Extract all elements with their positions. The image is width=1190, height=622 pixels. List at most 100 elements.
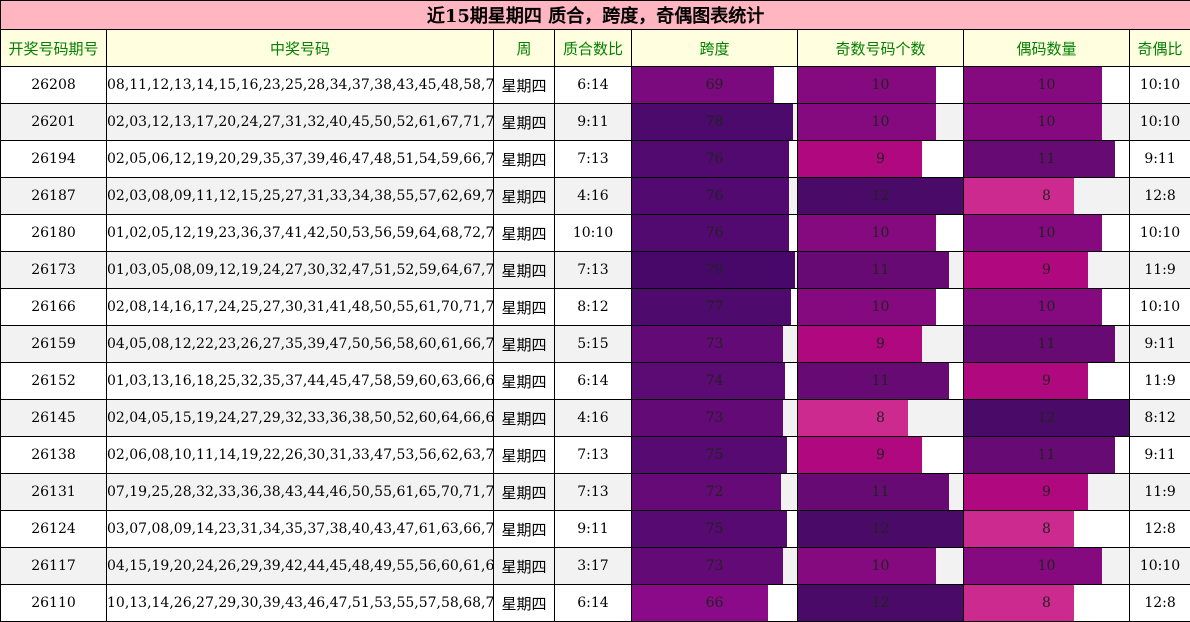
numbers-cell: 10,13,14,26,27,29,30,39,43,46,47,51,53,5…	[106, 584, 494, 622]
even-count-cell-bar	[964, 215, 1102, 251]
week-cell: 星期四	[493, 510, 555, 548]
span-cell: 74	[631, 362, 798, 400]
odd-count-cell-value: 9	[876, 336, 885, 352]
table-row: 26124 03,07,08,09,14,23,31,34,35,37,38,40…	[0, 510, 1190, 548]
numbers-cell: 01,03,13,16,18,25,32,35,37,44,45,47,58,5…	[106, 362, 494, 400]
table-body: 26208 08,11,12,13,14,15,16,23,25,28,34,37…	[0, 66, 1190, 622]
even-count-cell-bar	[964, 511, 1074, 547]
period-cell: 26194	[0, 140, 107, 178]
odd-count-cell-value: 12	[871, 595, 890, 611]
even-count-cell: 9	[963, 473, 1130, 511]
odd-count-cell-bar	[798, 326, 922, 362]
numbers-cell: 01,02,05,12,19,23,36,37,41,42,50,53,56,5…	[106, 214, 494, 252]
week-cell: 星期四	[493, 214, 555, 252]
span-cell-bar	[632, 67, 775, 103]
numbers-cell: 02,08,14,16,17,24,25,27,30,31,41,48,50,5…	[106, 288, 494, 326]
odd-count-cell: 12	[797, 510, 964, 548]
even-count-cell-bar	[964, 363, 1088, 399]
prime-ratio-cell: 7:13	[554, 140, 632, 178]
span-cell: 73	[631, 547, 798, 585]
even-count-cell: 8	[963, 584, 1130, 622]
span-cell-value: 77	[705, 299, 724, 315]
prime-ratio-cell: 7:13	[554, 436, 632, 474]
week-cell: 星期四	[493, 473, 555, 511]
prime-ratio-cell: 6:14	[554, 584, 632, 622]
odd-even-ratio-cell: 10:10	[1128, 547, 1190, 585]
span-cell-value: 79	[705, 262, 724, 278]
period-cell: 26201	[0, 103, 107, 141]
period-cell: 26131	[0, 473, 107, 511]
period-cell: 26180	[0, 214, 107, 252]
span-cell: 69	[631, 66, 798, 104]
even-count-cell: 10	[963, 66, 1130, 104]
even-count-cell-bar	[964, 474, 1088, 510]
odd-count-cell: 12	[797, 177, 964, 215]
period-cell: 26117	[0, 547, 107, 585]
prime-ratio-cell: 8:12	[554, 288, 632, 326]
odd-even-ratio-cell: 9:11	[1128, 436, 1190, 474]
odd-count-cell: 10	[797, 288, 964, 326]
even-count-cell-value: 10	[1037, 77, 1056, 93]
table-row: 26131 07,19,25,28,32,33,36,38,43,44,46,50…	[0, 473, 1190, 511]
even-count-cell: 8	[963, 177, 1130, 215]
period-cell: 26166	[0, 288, 107, 326]
numbers-cell: 04,15,19,20,24,26,29,39,42,44,45,48,49,5…	[106, 547, 494, 585]
week-cell: 星期四	[493, 436, 555, 474]
prime-ratio-cell: 4:16	[554, 399, 632, 437]
even-count-cell-bar	[964, 252, 1088, 288]
span-cell-value: 72	[705, 484, 724, 500]
span-cell-value: 73	[705, 558, 724, 574]
even-count-cell-value: 9	[1042, 262, 1051, 278]
week-cell: 星期四	[493, 325, 555, 363]
even-count-cell-value: 9	[1042, 484, 1051, 500]
even-count-cell-bar	[964, 585, 1074, 621]
numbers-cell: 04,05,08,12,22,23,26,27,35,39,47,50,56,5…	[106, 325, 494, 363]
prime-ratio-cell: 3:17	[554, 547, 632, 585]
span-cell-value: 76	[705, 188, 724, 204]
odd-count-cell: 11	[797, 473, 964, 511]
span-cell: 72	[631, 473, 798, 511]
numbers-cell: 02,03,08,09,11,12,15,25,27,31,33,34,38,5…	[106, 177, 494, 215]
column-header-odd-count: 奇数号码个数	[797, 29, 964, 67]
table-row: 26152 01,03,13,16,18,25,32,35,37,44,45,47…	[0, 362, 1190, 400]
odd-count-cell: 9	[797, 140, 964, 178]
table-row: 26138 02,06,08,10,11,14,19,22,26,30,31,33…	[0, 436, 1190, 474]
week-cell: 星期四	[493, 66, 555, 104]
even-count-cell: 10	[963, 288, 1130, 326]
odd-count-cell-value: 9	[876, 151, 885, 167]
span-cell-value: 73	[705, 410, 724, 426]
odd-even-ratio-cell: 10:10	[1128, 214, 1190, 252]
period-cell: 26208	[0, 66, 107, 104]
odd-count-cell-bar	[798, 548, 936, 584]
span-cell-value: 76	[705, 225, 724, 241]
table-row: 26194 02,05,06,12,19,20,29,35,37,39,46,47…	[0, 140, 1190, 178]
odd-even-ratio-cell: 10:10	[1128, 66, 1190, 104]
even-count-cell-value: 8	[1042, 188, 1051, 204]
span-cell: 75	[631, 510, 798, 548]
table-row: 26180 01,02,05,12,19,23,36,37,41,42,50,53…	[0, 214, 1190, 252]
table-row: 26117 04,15,19,20,24,26,29,39,42,44,45,48…	[0, 547, 1190, 585]
prime-ratio-cell: 9:11	[554, 510, 632, 548]
table-row: 26166 02,08,14,16,17,24,25,27,30,31,41,48…	[0, 288, 1190, 326]
span-cell-value: 74	[705, 373, 724, 389]
odd-count-cell: 10	[797, 547, 964, 585]
span-cell: 73	[631, 399, 798, 437]
odd-count-cell: 10	[797, 214, 964, 252]
numbers-cell: 01,03,05,08,09,12,19,24,27,30,32,47,51,5…	[106, 251, 494, 289]
even-count-cell-bar	[964, 178, 1074, 214]
odd-count-cell: 9	[797, 436, 964, 474]
span-cell-bar	[632, 585, 769, 621]
even-count-cell: 10	[963, 214, 1130, 252]
even-count-cell-bar	[964, 548, 1102, 584]
even-count-cell-value: 10	[1037, 225, 1056, 241]
period-cell: 26145	[0, 399, 107, 437]
even-count-cell: 11	[963, 325, 1130, 363]
span-cell-value: 76	[705, 151, 724, 167]
odd-count-cell-value: 12	[871, 188, 890, 204]
period-cell: 26159	[0, 325, 107, 363]
week-cell: 星期四	[493, 399, 555, 437]
even-count-cell-bar	[964, 67, 1102, 103]
table-row: 26110 10,13,14,26,27,29,30,39,43,46,47,51…	[0, 584, 1190, 622]
odd-count-cell-value: 11	[871, 262, 890, 278]
odd-count-cell-value: 10	[871, 558, 890, 574]
